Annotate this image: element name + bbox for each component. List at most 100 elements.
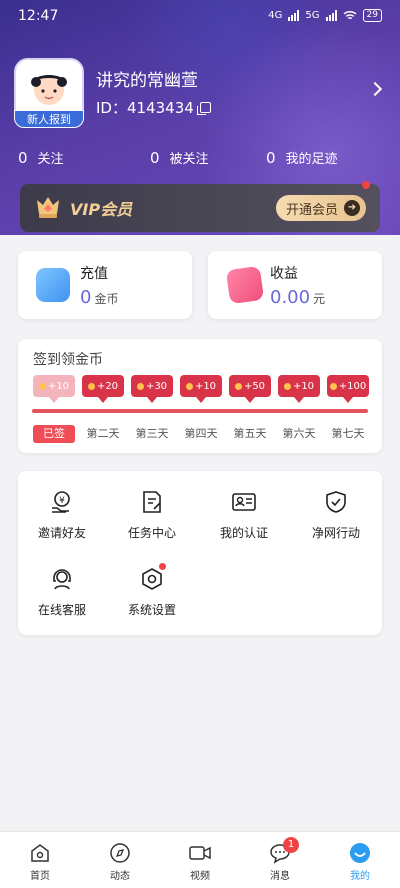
wifi-icon <box>343 10 357 20</box>
tab-label: 视频 <box>190 871 210 882</box>
checkin-day-3: 第三天 <box>135 427 169 440</box>
coin-icon <box>283 382 291 390</box>
coin-icon <box>185 382 193 390</box>
vip-label: VIP会员 <box>70 200 133 219</box>
checkin-day-4: 第四天 <box>184 427 218 440</box>
unread-badge: 1 <box>283 837 299 853</box>
home-icon <box>31 844 49 862</box>
tab-label: 动态 <box>110 871 130 882</box>
reward-amount: +30 <box>145 380 168 392</box>
checkin-reward-7[interactable]: +100 <box>327 375 369 403</box>
reward-amount: +10 <box>47 380 70 392</box>
tab-label: 我的 <box>350 871 370 882</box>
tool-label: 我的认证 <box>219 526 268 540</box>
status-icons: 4G 5G 29 <box>268 9 382 22</box>
coin-icon <box>38 382 46 390</box>
income-chart-icon <box>225 265 265 305</box>
income-unit: 元 <box>313 292 326 306</box>
clean-net-button[interactable]: 净网行动 <box>296 489 376 541</box>
coin-unit: 金币 <box>94 292 119 306</box>
tool-label: 净网行动 <box>311 526 360 540</box>
user-id[interactable]: ID：4143434 <box>96 97 211 118</box>
tab-video[interactable]: 视频 <box>170 842 230 882</box>
task-center-button[interactable]: 任务中心 <box>112 489 192 541</box>
tab-label: 首页 <box>30 871 50 882</box>
wallet-icon <box>36 268 70 302</box>
coin-icon <box>329 382 337 390</box>
signal-icon <box>288 10 300 21</box>
tool-label: 在线客服 <box>37 603 86 617</box>
my-verification-button[interactable]: 我的认证 <box>204 489 284 541</box>
id-card-icon <box>232 493 256 511</box>
coin-icon <box>234 382 242 390</box>
checkin-progress-line <box>32 409 368 413</box>
income-value: 0.00 元 <box>270 287 325 308</box>
checkin-reward-5[interactable]: +50 <box>229 375 271 403</box>
tab-profile[interactable]: 我的 <box>330 842 390 882</box>
stat-label: 关注 <box>37 152 64 167</box>
stat-label: 被关注 <box>169 152 209 167</box>
invite-friends-button[interactable]: ¥ 邀请好友 <box>22 489 102 541</box>
status-time: 12:47 <box>18 8 59 24</box>
reward-amount: +10 <box>194 380 217 392</box>
stat-count: 0 <box>18 149 28 167</box>
coin-balance: 0 <box>80 287 92 308</box>
checkin-title: 签到领金币 <box>33 352 103 368</box>
tab-home[interactable]: 首页 <box>10 842 70 882</box>
checkin-reward-1[interactable]: +10 <box>33 375 75 403</box>
copy-icon[interactable] <box>196 102 211 115</box>
reward-amount: +100 <box>338 380 367 392</box>
checkin-card: 签到领金币 +10 +20 +30 +10 +50 +10 +100 已签 第二… <box>18 339 382 453</box>
svg-text:¥: ¥ <box>59 496 65 506</box>
stat-following[interactable]: 0 关注 <box>18 148 64 167</box>
notification-dot <box>362 181 370 189</box>
notification-dot <box>159 563 166 570</box>
stat-count: 0 <box>266 149 276 167</box>
arrow-right-icon: ➜ <box>344 200 360 216</box>
new-user-badge: 新人报到 <box>14 110 84 128</box>
vip-banner[interactable]: VIP会员 开通会员 ➜ <box>20 181 380 232</box>
status-bar: 12:47 4G 5G 29 <box>18 8 382 28</box>
reward-amount: +50 <box>243 380 266 392</box>
user-id-text: ID：4143434 <box>96 99 194 117</box>
stat-count: 0 <box>150 149 160 167</box>
tools-card: ¥ 邀请好友 任务中心 我的认证 净网行动 在线客服 系统设置 <box>18 471 382 635</box>
network-label: 4G <box>268 10 283 21</box>
checkin-reward-3[interactable]: +30 <box>131 375 173 403</box>
stat-label: 我的足迹 <box>285 152 338 167</box>
battery-icon: 29 <box>362 9 382 22</box>
signal-icon <box>325 10 337 21</box>
compass-icon <box>110 843 130 863</box>
income-amount: 0.00 <box>270 287 311 308</box>
open-vip-button[interactable]: 开通会员 ➜ <box>275 195 366 221</box>
customer-service-icon <box>53 569 71 590</box>
recharge-title: 充值 <box>80 266 108 282</box>
checkin-reward-4[interactable]: +10 <box>180 375 222 403</box>
checkin-day-6: 第六天 <box>282 427 316 440</box>
shield-check-icon <box>326 491 346 513</box>
network-label-2: 5G <box>305 10 320 21</box>
coin-icon <box>136 382 144 390</box>
stat-followers[interactable]: 0 被关注 <box>150 148 209 167</box>
tab-messages[interactable]: 消息 1 <box>250 837 310 882</box>
tool-label: 任务中心 <box>127 526 176 540</box>
checkin-day-7: 第七天 <box>331 427 365 440</box>
crown-icon <box>37 197 59 218</box>
reward-amount: +20 <box>96 380 119 392</box>
checkin-reward-2[interactable]: +20 <box>82 375 124 403</box>
checkin-day-1: 已签 <box>33 425 75 443</box>
tab-feed[interactable]: 动态 <box>90 842 150 882</box>
checkin-day-2: 第二天 <box>86 427 120 440</box>
tool-label: 邀请好友 <box>37 526 86 540</box>
system-settings-button[interactable]: 系统设置 <box>112 563 192 618</box>
checkin-day-5: 第五天 <box>233 427 267 440</box>
income-title: 收益 <box>270 266 298 282</box>
profile-icon <box>350 843 370 863</box>
tab-label: 消息 <box>270 871 290 882</box>
customer-service-button[interactable]: 在线客服 <box>22 566 102 618</box>
checkin-reward-6[interactable]: +10 <box>278 375 320 403</box>
task-center-icon <box>143 491 161 513</box>
stat-footprints[interactable]: 0 我的足迹 <box>266 148 338 167</box>
recharge-card[interactable]: 充值 0 金币 <box>18 251 192 319</box>
income-card[interactable]: 收益 0.00 元 <box>208 251 382 319</box>
